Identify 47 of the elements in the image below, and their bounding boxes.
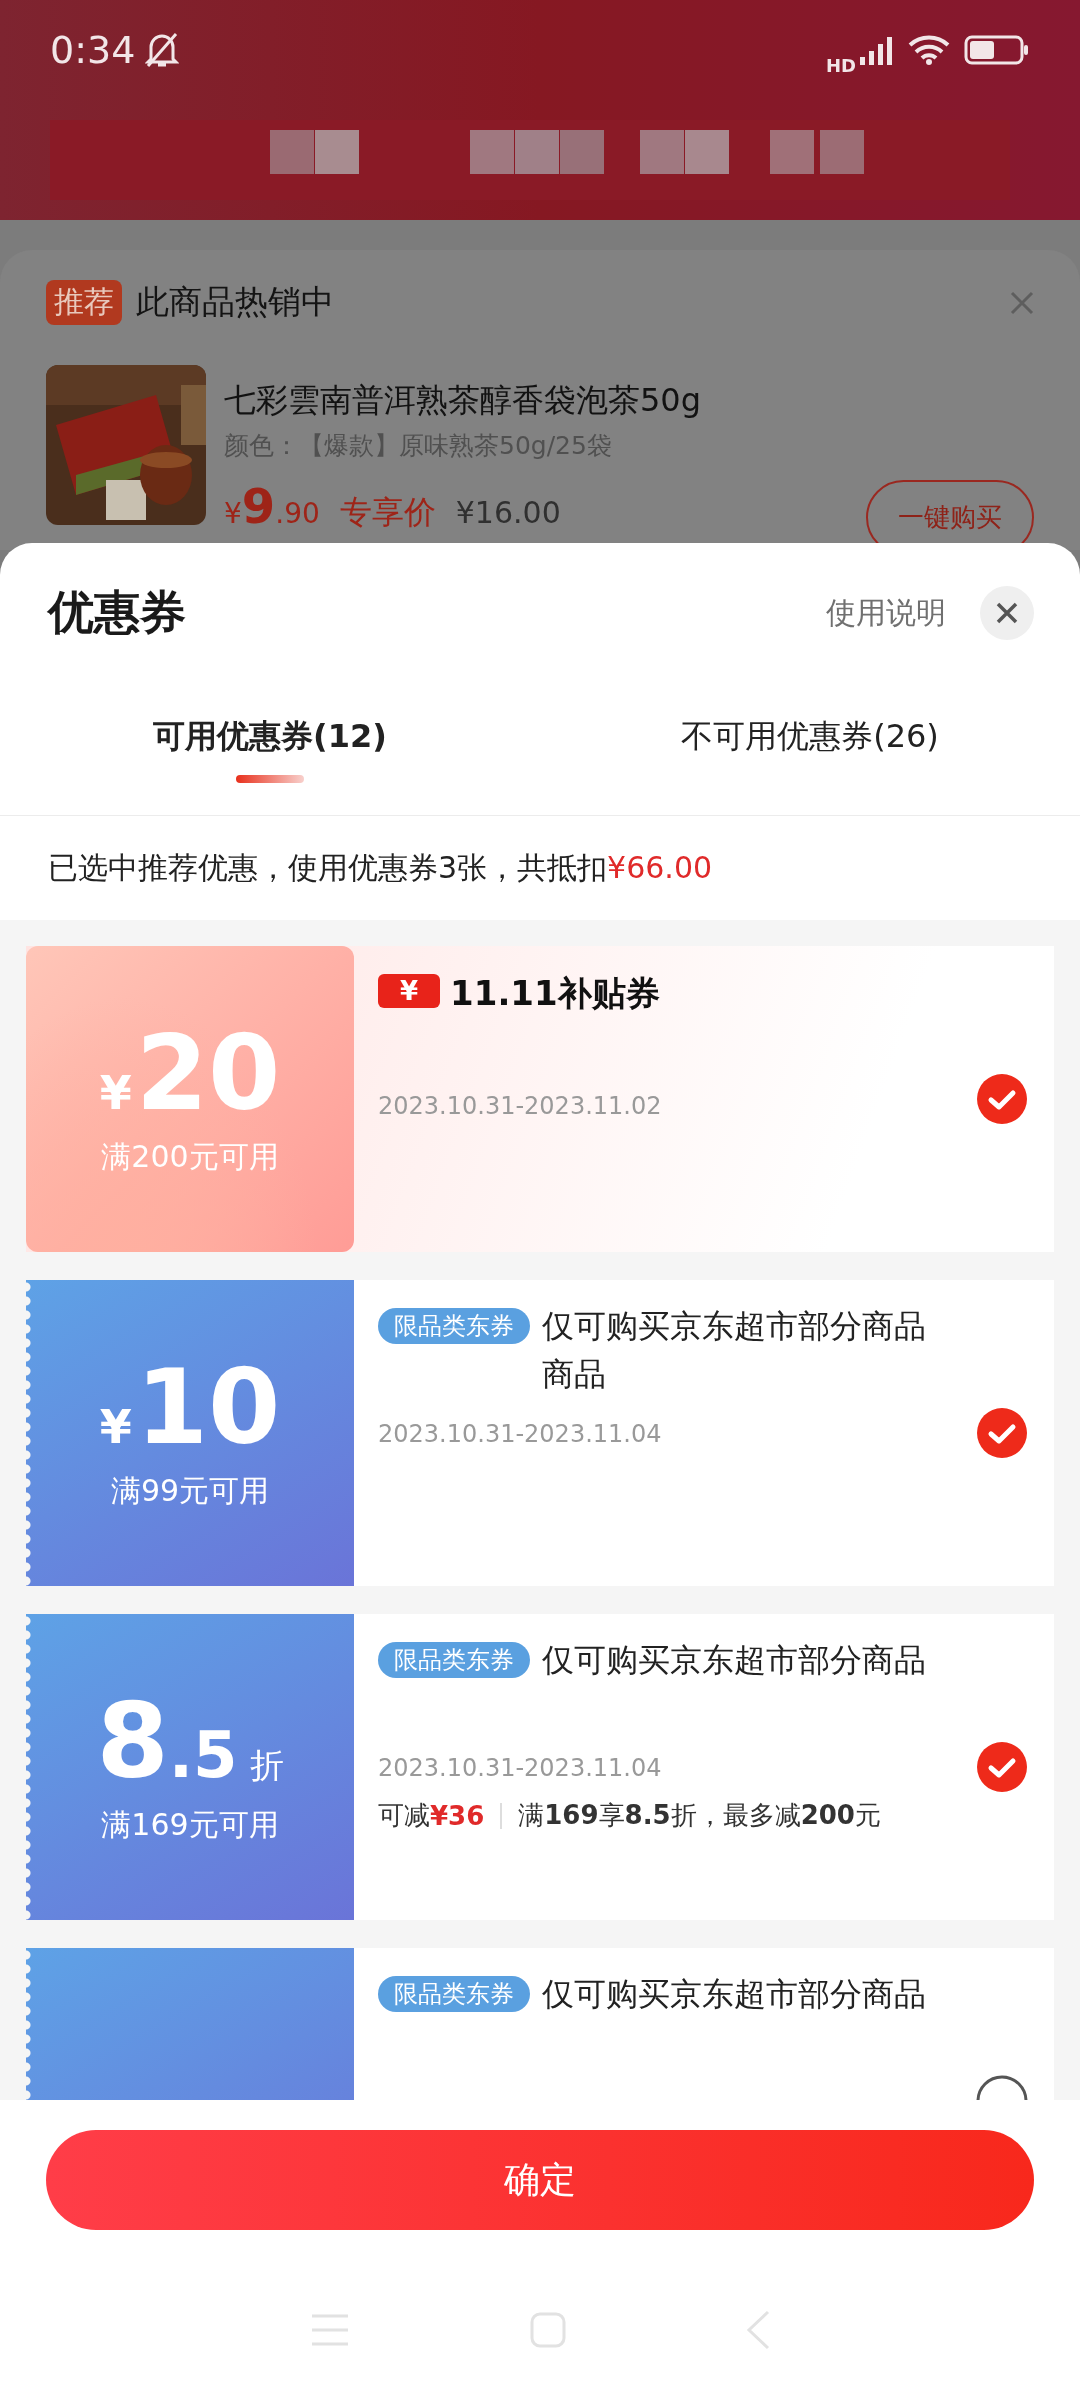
coupon-tag: 限品类东券	[378, 1976, 530, 2012]
checkmark-icon[interactable]	[976, 1741, 1028, 1793]
sheet-title: 优惠券	[48, 584, 186, 641]
tab[interactable]: 可用优惠券(12)	[153, 715, 387, 759]
currency-sign: ¥	[99, 1399, 132, 1454]
signal-icon	[858, 35, 894, 65]
coupon-tag: 限品类东券	[378, 1308, 530, 1344]
wifi-icon	[908, 35, 950, 65]
product-price: ¥9.90	[224, 478, 320, 534]
bell-off-icon	[145, 31, 180, 69]
status-time: 0:34	[50, 28, 136, 72]
network-label: HD	[826, 54, 856, 76]
discount-unit: 折	[249, 1743, 284, 1787]
coupon-date: 2023.10.31-2023.11.04	[378, 1420, 663, 1448]
checkmark-icon[interactable]	[976, 1407, 1028, 1459]
coupon-condition: 满200元可用	[101, 1137, 279, 1176]
coupon-amount: 8	[96, 1688, 169, 1793]
coupon-date: 2023.10.31-2023.11.04	[378, 1754, 663, 1782]
coupon-title: 仅可购买京东超市部分商品商品	[542, 1306, 927, 1395]
coupon-rule: 满169享8.5折，最多减200元	[518, 1799, 881, 1832]
confirm-button[interactable]: 确定	[46, 2130, 1034, 2230]
coupon-amount-decimal: .5	[168, 1717, 238, 1792]
recommend-title: 此商品热销中	[136, 281, 334, 323]
currency-sign: ¥	[99, 1065, 132, 1120]
coupon-title: 11.11补贴券	[450, 974, 660, 1012]
close-icon	[996, 602, 1018, 624]
coupon-title: 仅可购买京东超市部分商品	[542, 1640, 926, 1681]
battery-icon	[964, 35, 1030, 65]
ticket-badge: ¥	[378, 974, 441, 1008]
coupon-date: 2023.10.31-2023.11.02	[378, 1092, 663, 1120]
saving-label: 可减	[378, 1799, 430, 1832]
price-label: 专享价	[339, 492, 436, 533]
coupon-amount: 20	[135, 1020, 281, 1125]
tab-indicator	[236, 775, 304, 783]
saving-amount: ¥36	[430, 1800, 485, 1831]
coupon-tag: 限品类东券	[378, 1642, 530, 1678]
original-price: ¥16.00	[455, 495, 561, 530]
help-link[interactable]: 使用说明	[826, 592, 946, 634]
checkmark-icon[interactable]	[976, 1073, 1028, 1125]
tab[interactable]: 不可用优惠券(26)	[681, 715, 939, 759]
coupon-condition: 满169元可用	[101, 1805, 279, 1844]
selection-summary: 已选中推荐优惠，使用优惠券3张，共抵扣¥66.00	[48, 848, 713, 887]
coupon-title: 仅可购买京东超市部分商品	[542, 1974, 926, 2015]
recommend-tag: 推荐	[46, 280, 122, 325]
coupon-condition: 满99元可用	[110, 1471, 270, 1510]
product-title: 七彩雲南普洱熟茶醇香袋泡茶50g	[224, 380, 703, 421]
coupon-amount: 10	[135, 1354, 281, 1459]
